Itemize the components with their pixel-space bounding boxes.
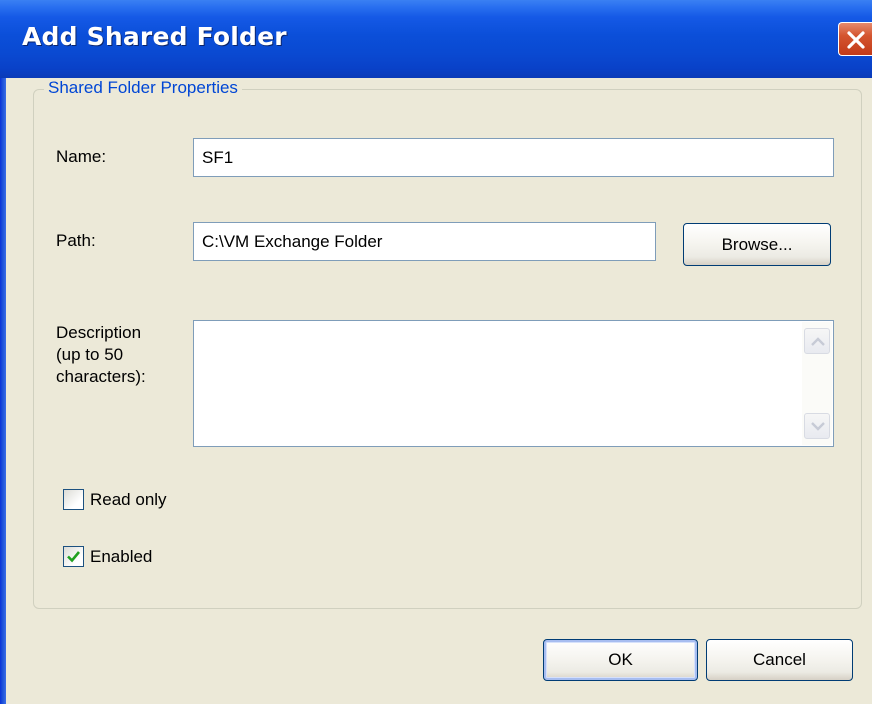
name-label: Name: [56, 147, 107, 166]
window-left-border [0, 0, 6, 704]
description-textarea[interactable] [193, 320, 834, 447]
read-only-checkbox-row[interactable]: Read only [63, 489, 167, 510]
read-only-checkbox[interactable] [63, 489, 84, 510]
browse-button-label: Browse... [721, 234, 793, 254]
name-input[interactable]: SF1 [193, 138, 834, 177]
chevron-down-icon [811, 422, 825, 431]
description-label-line2: (up to 50 [56, 345, 124, 364]
description-label-line3: characters): [56, 367, 146, 386]
close-button[interactable] [838, 22, 872, 56]
path-label: Path: [56, 231, 96, 250]
scroll-up-button[interactable] [804, 328, 830, 354]
enabled-label: Enabled [90, 546, 153, 566]
browse-button[interactable]: Browse... [683, 223, 831, 266]
group-legend: Shared Folder Properties [44, 78, 242, 98]
path-input[interactable]: C:\VM Exchange Folder [193, 222, 656, 261]
checkmark-icon [67, 551, 81, 563]
cancel-button[interactable]: Cancel [706, 639, 853, 681]
scroll-down-button[interactable] [804, 413, 830, 439]
chevron-up-icon [811, 337, 825, 346]
description-label-line1: Description [56, 323, 142, 342]
path-input-value: C:\VM Exchange Folder [202, 231, 383, 251]
read-only-label: Read only [90, 489, 167, 509]
dialog-window: Add Shared Folder Shared Folder Properti… [0, 0, 872, 704]
description-scrollbar[interactable] [802, 322, 832, 445]
close-icon [847, 31, 865, 49]
window-title: Add Shared Folder [22, 22, 287, 51]
enabled-checkbox[interactable] [63, 546, 84, 567]
enabled-checkbox-row[interactable]: Enabled [63, 546, 152, 567]
cancel-button-label: Cancel [753, 650, 806, 669]
ok-button-label: OK [608, 650, 633, 669]
ok-button[interactable]: OK [543, 639, 698, 681]
name-input-value: SF1 [202, 147, 234, 167]
title-bar[interactable]: Add Shared Folder [0, 0, 872, 78]
